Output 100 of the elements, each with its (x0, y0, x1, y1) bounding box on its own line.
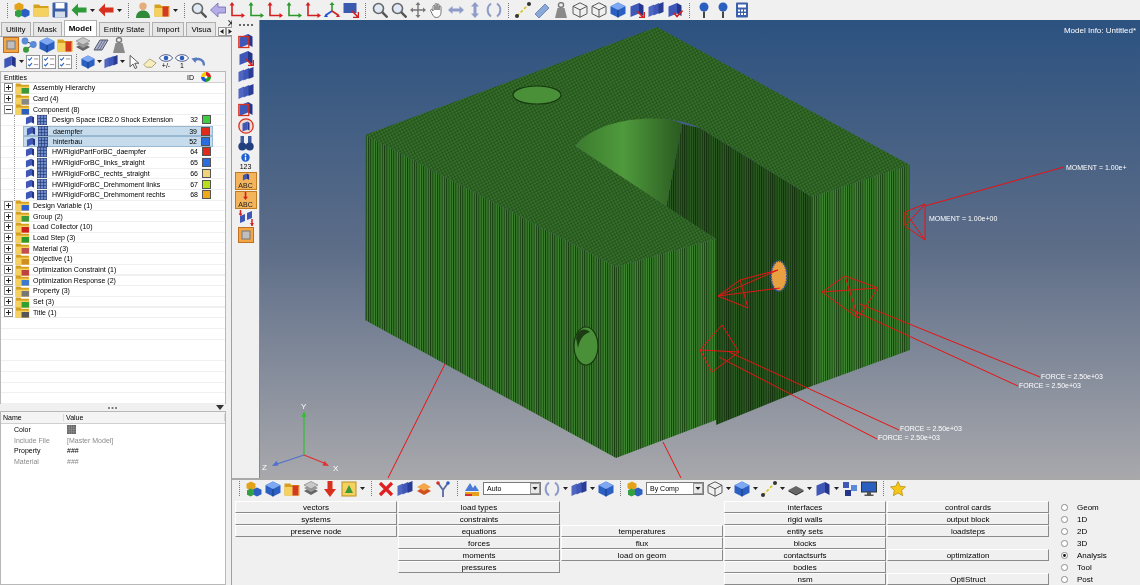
folder-icon[interactable] (154, 2, 170, 18)
plates-icon[interactable] (648, 2, 664, 18)
save-icon[interactable] (52, 2, 68, 18)
expand-icon[interactable] (4, 275, 13, 285)
plates-icon[interactable] (237, 84, 254, 100)
caret-icon[interactable] (360, 487, 365, 490)
axes-icon[interactable] (305, 2, 321, 18)
panel-button[interactable]: OptiStruct (887, 573, 1049, 585)
panel-button[interactable]: vectors (235, 501, 397, 513)
plate-icon[interactable] (237, 118, 254, 134)
hatched-plate-icon[interactable] (93, 37, 109, 53)
expand-icon[interactable] (4, 243, 13, 253)
hand-icon[interactable] (429, 2, 445, 18)
expand-icon[interactable] (4, 254, 13, 264)
expand-icon[interactable] (4, 232, 13, 242)
weight-icon[interactable] (553, 2, 569, 18)
plate-icon[interactable] (3, 54, 17, 69)
axes-icon[interactable] (324, 2, 340, 18)
line-icon[interactable] (515, 2, 531, 18)
caret-icon[interactable] (97, 60, 102, 63)
expand-icon[interactable] (4, 286, 13, 296)
cursor-icon[interactable] (127, 54, 141, 69)
cubes-icon[interactable] (14, 2, 30, 18)
caret-icon[interactable] (753, 487, 758, 490)
panel-button[interactable]: rigid walls (724, 513, 886, 525)
tab[interactable]: Entity State (98, 22, 150, 36)
monitor-icon[interactable] (861, 480, 877, 497)
caret-icon[interactable] (173, 8, 178, 12)
arrow-icon[interactable] (98, 2, 114, 18)
panel-button[interactable]: temperatures (561, 525, 723, 537)
tab[interactable]: Utility (1, 22, 31, 36)
stack-icon[interactable] (416, 480, 432, 497)
panel-button[interactable]: load on geom (561, 549, 723, 561)
radio-button[interactable]: Post (1061, 573, 1107, 585)
expand-icon[interactable] (4, 265, 13, 275)
panel-button[interactable]: blocks (724, 537, 886, 549)
panel-button[interactable]: moments (398, 549, 560, 561)
panel-button[interactable]: constraints (398, 513, 560, 525)
plate-icon[interactable] (667, 2, 683, 18)
radio-button[interactable]: Analysis (1061, 549, 1107, 561)
tab[interactable]: Model (63, 20, 97, 36)
line-icon[interactable] (761, 480, 777, 497)
expand-icon[interactable] (4, 211, 13, 221)
caret-icon[interactable] (117, 8, 122, 12)
panel-button[interactable]: loadsteps (887, 525, 1049, 537)
tab[interactable]: Mask (32, 22, 62, 36)
plates-icon[interactable] (571, 480, 587, 497)
monitor-icon[interactable] (343, 2, 359, 18)
panel-button[interactable]: flux (561, 537, 723, 549)
person-icon[interactable] (135, 2, 151, 18)
panel-button[interactable]: contactsurfs (724, 549, 886, 561)
calculator-icon[interactable] (734, 2, 750, 18)
panel-button[interactable]: pressures (398, 561, 560, 573)
magnifier-icon[interactable] (191, 2, 207, 18)
cubes-icon[interactable] (246, 480, 262, 497)
panel-button[interactable]: systems (235, 513, 397, 525)
panel-button[interactable]: nsm (724, 573, 886, 585)
axes-icon[interactable] (267, 2, 283, 18)
squares-icon[interactable] (842, 480, 858, 497)
tab[interactable]: Import (151, 22, 185, 36)
panel-button[interactable]: interfaces (724, 501, 886, 513)
cube-icon[interactable] (598, 480, 614, 497)
move-icon[interactable] (410, 2, 426, 18)
expand-icon[interactable] (4, 83, 13, 93)
panel-button[interactable]: entity sets (724, 525, 886, 537)
radio-button[interactable]: 3D (1061, 537, 1107, 549)
checklist-icon[interactable] (26, 54, 40, 69)
caret-icon[interactable] (590, 487, 595, 490)
checklist-icon[interactable] (58, 54, 72, 69)
plate-icon[interactable] (629, 2, 645, 18)
expand-icon[interactable] (4, 307, 13, 317)
plate-icon[interactable] (237, 33, 254, 49)
arrow-down-icon[interactable] (322, 480, 338, 497)
folder-icon[interactable] (57, 37, 73, 53)
expand-icon[interactable] (4, 222, 13, 232)
caret-icon[interactable] (807, 487, 812, 490)
square-icon[interactable] (237, 227, 254, 243)
collapse-icon[interactable] (4, 104, 13, 114)
delete-icon[interactable] (378, 480, 394, 497)
caret-icon[interactable] (120, 60, 125, 63)
plate-icon[interactable] (237, 101, 254, 117)
wireframe-cube-icon[interactable] (707, 480, 723, 497)
cube-icon[interactable] (39, 37, 55, 53)
cube-icon[interactable] (265, 480, 281, 497)
branch-icon[interactable] (435, 480, 451, 497)
plates-icon[interactable] (104, 54, 118, 69)
radio-button[interactable]: Geom (1061, 501, 1107, 513)
panel-button[interactable]: equations (398, 525, 560, 537)
star-icon[interactable] (890, 480, 906, 497)
plates-icon[interactable] (237, 210, 254, 226)
wireframe-cube-icon[interactable] (572, 2, 588, 18)
cubes-icon[interactable] (627, 480, 643, 497)
panel-button[interactable]: bodies (724, 561, 886, 573)
expand-icon[interactable] (4, 297, 13, 307)
radio-button[interactable]: 2D (1061, 525, 1107, 537)
expand-icon[interactable] (4, 94, 13, 104)
caret-icon[interactable] (563, 487, 568, 490)
stack-icon[interactable] (75, 37, 91, 53)
radio-button[interactable]: 1D (1061, 513, 1107, 525)
weight-icon[interactable] (111, 37, 127, 53)
